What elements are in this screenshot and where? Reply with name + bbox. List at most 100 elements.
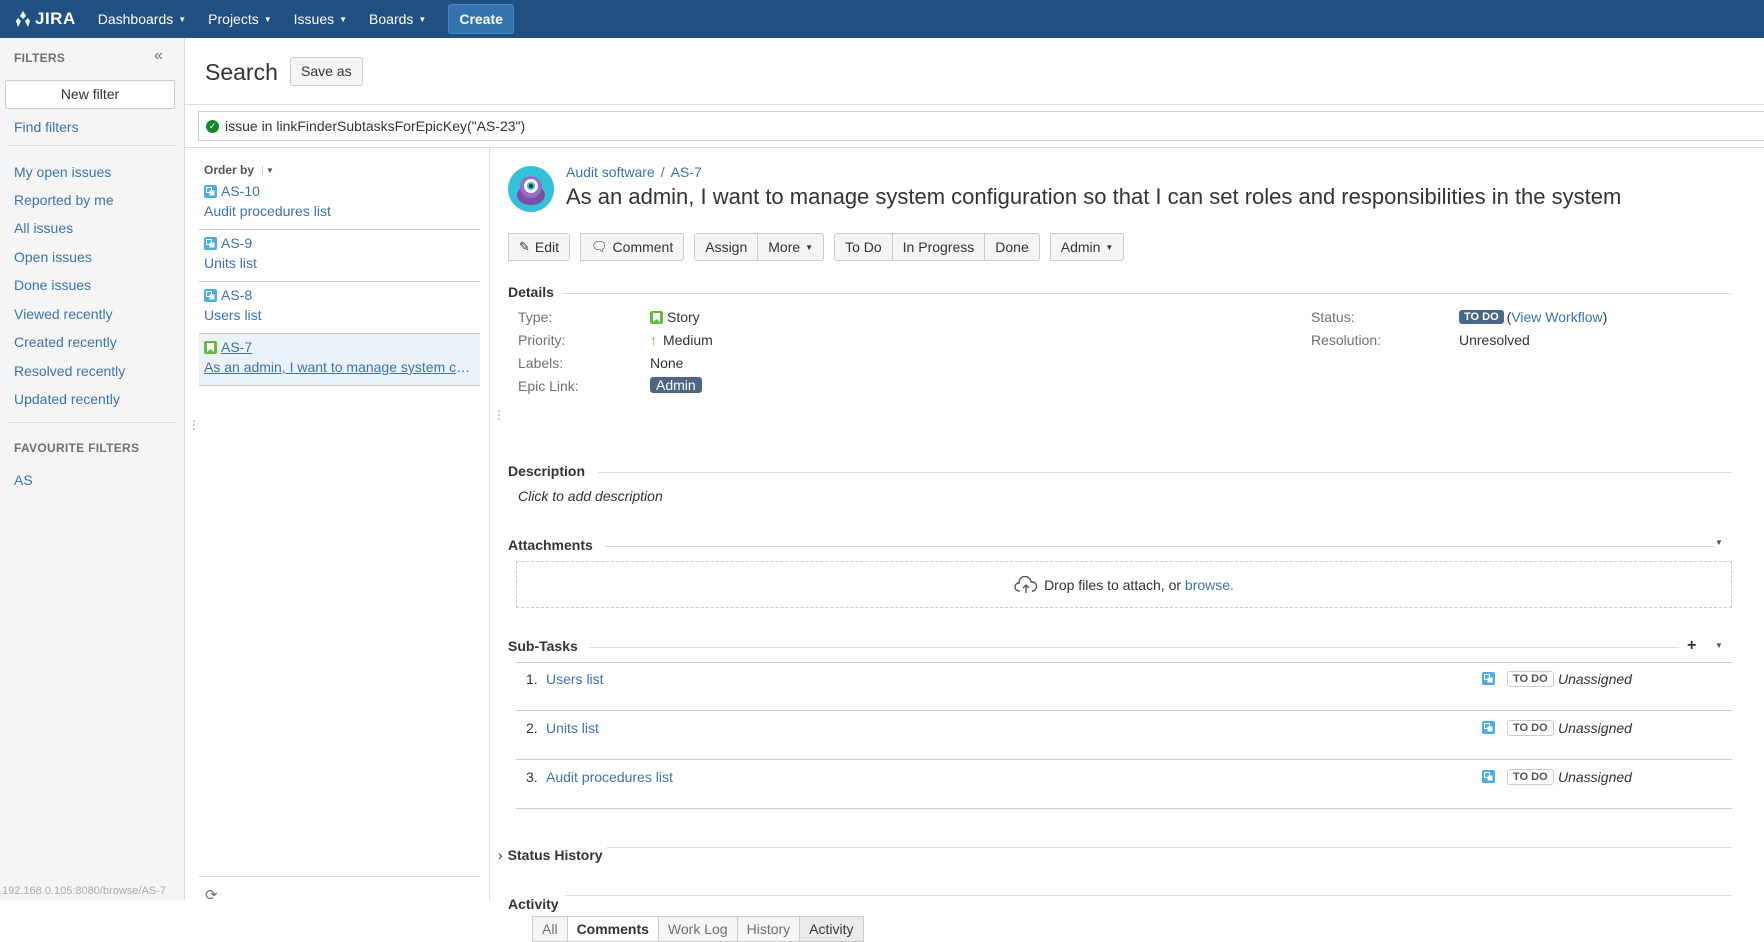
filters-header: FILTERS (14, 51, 66, 65)
in-progress-button[interactable]: In Progress (892, 233, 986, 261)
subtask-assignee[interactable]: Unassigned (1558, 671, 1632, 687)
sidebar-divider (8, 422, 176, 423)
comment-button[interactable]: 🗨 Comment (580, 233, 685, 261)
jql-search-input[interactable]: ✓ issue in linkFinderSubtasksForEpicKey(… (198, 111, 1764, 141)
admin-button[interactable]: Admin ▼ (1049, 233, 1125, 261)
browse-link[interactable]: browse. (1185, 577, 1234, 593)
subtask-number: 1. (526, 671, 538, 687)
attachment-dropzone[interactable]: Drop files to attach, or browse. (516, 561, 1732, 608)
jira-logo[interactable]: JIRA (14, 9, 76, 29)
valid-query-check-icon: ✓ (206, 119, 219, 133)
labels-value[interactable]: None (650, 355, 683, 371)
filter-updated-recently[interactable]: Updated recently (14, 391, 120, 407)
order-by-dropdown[interactable]: Order by ▼ (204, 163, 274, 177)
filter-all-issues[interactable]: All issues (14, 220, 73, 236)
issue-summary-title[interactable]: As an admin, I want to manage system con… (566, 184, 1621, 210)
filter-created-recently[interactable]: Created recently (14, 334, 117, 350)
nav-issues[interactable]: Issues ▼ (294, 11, 347, 27)
subtask-assignee[interactable]: Unassigned (1558, 720, 1632, 736)
subtask-assignee[interactable]: Unassigned (1558, 769, 1632, 785)
filter-resolved-recently[interactable]: Resolved recently (14, 363, 125, 379)
description-header[interactable]: Description (508, 463, 585, 479)
issue-key: AS-10 (221, 183, 260, 199)
nav-dashboards[interactable]: Dashboards ▼ (98, 11, 186, 27)
type-value-text: Story (667, 309, 700, 325)
breadcrumb-project[interactable]: Audit software (566, 164, 655, 180)
filter-reported-by-me[interactable]: Reported by me (14, 192, 114, 208)
save-as-button[interactable]: Save as (290, 57, 363, 86)
create-button[interactable]: Create (448, 4, 514, 34)
find-filters-link[interactable]: Find filters (14, 119, 79, 135)
subtask-status-badge[interactable]: TO DO (1507, 671, 1554, 687)
issue-detail-panel: Audit software / AS-7 As an admin, I want … (490, 148, 1764, 942)
filter-viewed-recently[interactable]: Viewed recently (14, 306, 113, 322)
subtask-link[interactable]: Units list (546, 720, 599, 736)
subtasks-header[interactable]: Sub-Tasks (508, 638, 578, 654)
status-bar-url: 192.168.0.105:8080/browse/AS-7 (0, 884, 168, 898)
refresh-icon[interactable]: ⟳ (205, 886, 218, 904)
resolution-value: Unresolved (1459, 332, 1530, 348)
section-divider (562, 293, 1732, 294)
story-icon (650, 310, 663, 324)
view-workflow-link[interactable]: View Workflow (1511, 309, 1602, 325)
epic-link-value[interactable]: Admin (650, 377, 702, 393)
status-value: TO DO(View Workflow) (1459, 309, 1607, 325)
activity-tabs: All Comments Work Log History Activity (532, 916, 864, 942)
filter-open-issues[interactable]: Open issues (14, 249, 92, 265)
breadcrumb: Audit software / AS-7 (566, 164, 702, 180)
attachments-header[interactable]: Attachments (508, 537, 593, 553)
details-header[interactable]: Details (508, 284, 554, 300)
tab-work-log[interactable]: Work Log (657, 916, 737, 942)
issue-list-item[interactable]: AS-8 Users list (199, 282, 480, 334)
issue-list-item[interactable]: AS-10 Audit procedures list (199, 178, 480, 230)
activity-header[interactable]: Activity (508, 896, 559, 912)
tab-activity[interactable]: Activity (799, 916, 864, 942)
tab-comments[interactable]: Comments (566, 916, 658, 942)
chevron-down-icon: ▼ (178, 14, 187, 24)
issue-key: AS-8 (221, 287, 253, 303)
collapse-sidebar-icon[interactable]: « (154, 47, 163, 65)
subtask-icon (204, 236, 217, 250)
subtask-link[interactable]: Users list (546, 671, 604, 687)
add-subtask-icon[interactable]: + (1687, 637, 1696, 655)
attachments-options-icon[interactable]: ▼ (1715, 538, 1723, 547)
issue-list-panel: Order by ▼ AS-10 Audit procedures list A… (185, 148, 490, 904)
breadcrumb-separator: / (660, 164, 665, 180)
description-placeholder[interactable]: Click to add description (518, 488, 663, 504)
subtask-number: 3. (526, 769, 538, 785)
nav-projects[interactable]: Projects ▼ (208, 11, 272, 27)
issue-summary: Units list (204, 255, 257, 271)
admin-label: Admin (1060, 239, 1101, 255)
subtask-row: 1. Users list TO DO Unassigned (516, 663, 1732, 711)
to-do-button[interactable]: To Do (834, 233, 893, 261)
subtask-status-badge[interactable]: TO DO (1507, 720, 1554, 736)
new-filter-button[interactable]: New filter (5, 80, 175, 109)
status-history-header[interactable]: › Status History (498, 847, 603, 863)
filter-my-open-issues[interactable]: My open issues (14, 164, 111, 180)
subtask-link[interactable]: Audit procedures list (546, 769, 673, 785)
favourite-filter-as[interactable]: AS (14, 472, 33, 488)
project-avatar[interactable] (508, 166, 554, 212)
nav-boards[interactable]: Boards ▼ (369, 11, 426, 27)
assign-button[interactable]: Assign (694, 233, 759, 261)
edit-button[interactable]: ✎ Edit (508, 233, 571, 261)
filter-done-issues[interactable]: Done issues (14, 277, 91, 293)
breadcrumb-issue-key[interactable]: AS-7 (671, 164, 702, 180)
chevron-down-icon: ▼ (339, 14, 348, 24)
chevron-down-icon: ▼ (805, 242, 814, 252)
issue-list-item[interactable]: AS-9 Units list (199, 230, 480, 282)
page-title: Search (205, 59, 278, 85)
subtask-status-badge[interactable]: TO DO (1507, 769, 1554, 785)
favourite-filters-header: FAVOURITE FILTERS (14, 441, 140, 455)
status-badge: TO DO (1459, 310, 1504, 324)
arrow-up-icon: ↑ (650, 332, 657, 348)
chevron-down-icon: ▼ (262, 165, 274, 175)
issue-list-item-selected[interactable]: AS-7 As an admin, I want to manage syste… (199, 334, 480, 386)
section-divider (589, 647, 1679, 648)
subtask-number: 2. (526, 720, 538, 736)
tab-all[interactable]: All (532, 916, 567, 942)
subtasks-options-icon[interactable]: ▼ (1715, 641, 1723, 650)
more-button[interactable]: More ▼ (758, 233, 825, 261)
tab-history[interactable]: History (736, 916, 800, 942)
done-button[interactable]: Done (985, 233, 1040, 261)
